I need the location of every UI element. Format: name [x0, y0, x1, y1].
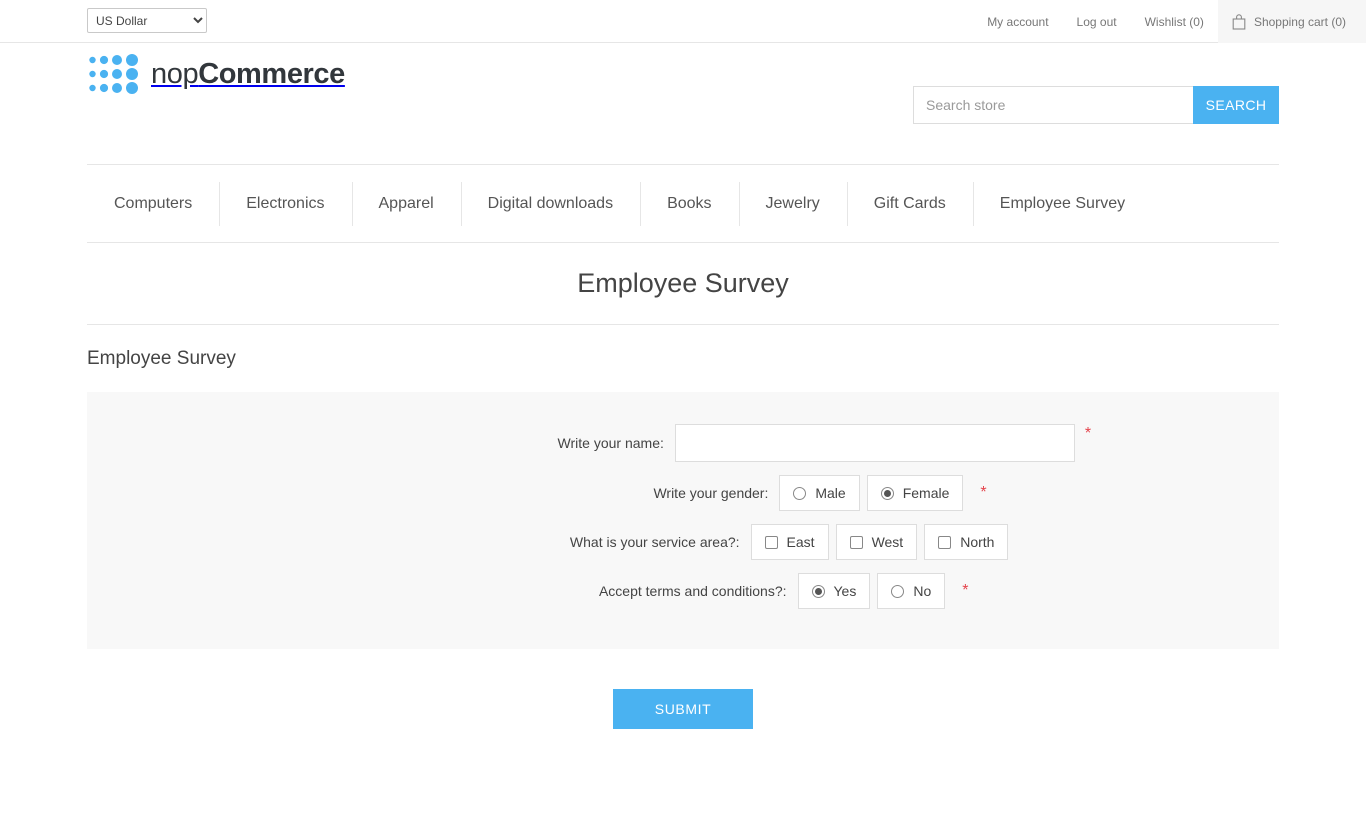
my-account-link[interactable]: My account	[973, 0, 1062, 43]
gender-option-male[interactable]: Male	[779, 475, 860, 511]
survey-form-panel: Write your name: * Write your gender: Ma…	[87, 392, 1279, 649]
service-area-option-north[interactable]: North	[924, 524, 1009, 560]
gender-field-label: Write your gender:	[653, 485, 769, 501]
site-header: nopCommerce SEARCH	[87, 43, 1279, 165]
service-area-field-wrapper: East West North	[750, 524, 1016, 560]
terms-radio-group: Yes No	[797, 573, 953, 609]
section-title-section: Employee Survey	[87, 325, 1279, 392]
gender-required-marker: *	[980, 484, 987, 501]
search-button[interactable]: SEARCH	[1193, 86, 1279, 124]
nav-item-computers[interactable]: Computers	[87, 193, 219, 215]
terms-field-label: Accept terms and conditions?:	[598, 583, 787, 599]
shopping-bag-icon	[1232, 13, 1246, 30]
submit-button[interactable]: SUBMIT	[613, 689, 753, 729]
nav-item-digital-downloads[interactable]: Digital downloads	[460, 181, 640, 226]
gender-radio-group: Male Female	[779, 475, 970, 511]
gender-option-female[interactable]: Female	[866, 475, 964, 511]
name-field-label: Write your name:	[557, 435, 664, 451]
logo-text-bold: Commerce	[198, 57, 345, 90]
form-row-gender: Write your gender: Male Female *	[87, 475, 1279, 511]
form-row-terms: Accept terms and conditions?: Yes No *	[87, 573, 1279, 609]
terms-option-yes-label: Yes	[833, 583, 857, 599]
radio-icon[interactable]	[793, 486, 807, 500]
logo-wordmark: nopCommerce	[151, 58, 345, 91]
gender-field-wrapper: Male Female *	[779, 475, 987, 511]
form-row-service-area: What is your service area?: East West No…	[87, 524, 1279, 560]
site-logo[interactable]: nopCommerce	[87, 52, 345, 96]
name-input[interactable]	[674, 424, 1075, 462]
nav-item-gift-cards[interactable]: Gift Cards	[846, 181, 973, 226]
terms-option-no[interactable]: No	[877, 573, 946, 609]
radio-icon[interactable]	[880, 486, 894, 500]
nav-item-books[interactable]: Books	[640, 181, 738, 226]
service-area-option-east[interactable]: East	[750, 524, 829, 560]
shopping-cart-link[interactable]: Shopping cart (0)	[1217, 0, 1366, 43]
nav-item-electronics[interactable]: Electronics	[219, 181, 351, 226]
search-input[interactable]	[913, 86, 1193, 124]
gender-option-male-label: Male	[815, 485, 846, 501]
nav-item-apparel[interactable]: Apparel	[351, 181, 461, 226]
name-field-wrapper: *	[674, 424, 1092, 462]
logo-text-light: nop	[151, 57, 199, 90]
service-area-option-north-label: North	[960, 534, 995, 550]
terms-field-wrapper: Yes No *	[797, 573, 969, 609]
terms-option-no-label: No	[913, 583, 932, 599]
form-row-name: Write your name: *	[87, 424, 1279, 462]
service-area-checkbox-group: East West North	[750, 524, 1016, 560]
page-title-section: Employee Survey	[87, 243, 1279, 325]
checkbox-icon[interactable]	[938, 535, 952, 549]
name-required-marker: *	[1084, 425, 1092, 442]
page-title: Employee Survey	[577, 268, 789, 298]
checkbox-icon[interactable]	[764, 535, 778, 549]
currency-selector[interactable]: US Dollar	[87, 8, 207, 33]
logo-dots-icon	[87, 52, 141, 96]
wishlist-link[interactable]: Wishlist (0)	[1131, 0, 1218, 43]
service-area-field-label: What is your service area?:	[569, 534, 740, 550]
log-out-link[interactable]: Log out	[1063, 0, 1131, 43]
section-title: Employee Survey	[87, 347, 236, 369]
radio-icon[interactable]	[891, 584, 905, 598]
terms-required-marker: *	[962, 582, 969, 599]
nav-item-jewelry[interactable]: Jewelry	[738, 181, 847, 226]
terms-option-yes[interactable]: Yes	[797, 573, 871, 609]
checkbox-icon[interactable]	[849, 535, 863, 549]
nav-item-employee-survey[interactable]: Employee Survey	[972, 181, 1152, 226]
gender-option-female-label: Female	[902, 485, 950, 501]
main-navigation: Computers Electronics Apparel Digital do…	[87, 165, 1279, 243]
search-box: SEARCH	[913, 86, 1279, 124]
shopping-cart-label: Shopping cart (0)	[1253, 14, 1346, 29]
service-area-option-east-label: East	[786, 534, 815, 550]
service-area-option-west[interactable]: West	[835, 524, 918, 560]
submit-section: SUBMIT	[87, 649, 1279, 729]
top-links: My account Log out Wishlist (0) Shopping…	[973, 0, 1366, 43]
service-area-option-west-label: West	[871, 534, 904, 550]
top-bar: US Dollar My account Log out Wishlist (0…	[0, 0, 1366, 43]
radio-icon[interactable]	[811, 584, 825, 598]
